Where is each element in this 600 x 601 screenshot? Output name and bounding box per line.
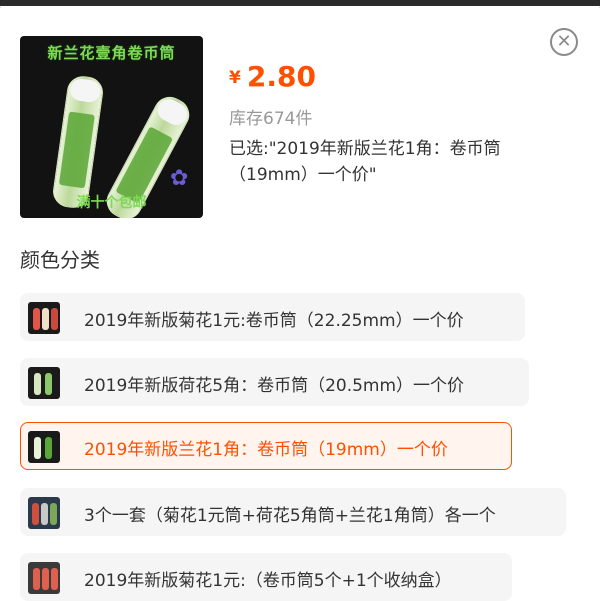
- option-item[interactable]: 2019年新版荷花5角：卷币筒（20.5mm）一个价: [20, 358, 529, 406]
- option-item[interactable]: 2019年新版菊花1元:（卷币筒5个+1个收纳盒）: [20, 553, 512, 601]
- option-item[interactable]: 2019年新版兰花1角：卷币筒（19mm）一个价: [20, 422, 512, 470]
- section-title: 颜色分类: [20, 248, 100, 272]
- option-label: 2019年新版菊花1元:卷币筒（22.25mm）一个价: [84, 311, 464, 331]
- image-bottom-text: 满十个包邮: [76, 195, 147, 211]
- currency-symbol: ¥: [229, 68, 241, 88]
- price: ¥2.80: [229, 60, 316, 93]
- option-label: 2019年新版荷花5角：卷币筒（20.5mm）一个价: [84, 376, 465, 396]
- price-amount: 2.80: [246, 60, 316, 93]
- coin-tube-image: [50, 74, 106, 210]
- option-thumbnail: [28, 497, 60, 529]
- option-item[interactable]: 2019年新版菊花1元:卷币筒（22.25mm）一个价: [20, 293, 525, 341]
- status-bar: [0, 0, 600, 14]
- selected-variant: 已选:"2019年新版兰花1角：卷币筒（19mm）一个价": [229, 139, 501, 185]
- option-label: 3个一套（菊花1元筒+荷花5角筒+兰花1角筒）各一个: [84, 506, 496, 526]
- option-thumbnail: [28, 302, 60, 334]
- option-thumbnail: [28, 367, 60, 399]
- close-icon[interactable]: ✕: [550, 28, 578, 56]
- product-image: 新兰花壹角卷币筒 ✿ 满十个包邮: [20, 36, 203, 218]
- option-label: 2019年新版菊花1元:（卷币筒5个+1个收纳盒）: [84, 571, 452, 591]
- option-thumbnail: [28, 562, 60, 594]
- option-item[interactable]: 3个一套（菊花1元筒+荷花5角筒+兰花1角筒）各一个: [20, 488, 566, 536]
- orchid-icon: ✿: [170, 166, 189, 191]
- image-banner-text: 新兰花壹角卷币筒: [47, 44, 176, 62]
- option-thumbnail: [28, 431, 60, 463]
- option-label: 2019年新版兰花1角：卷币筒（19mm）一个价: [84, 440, 448, 460]
- stock-count: 库存674件: [229, 109, 313, 129]
